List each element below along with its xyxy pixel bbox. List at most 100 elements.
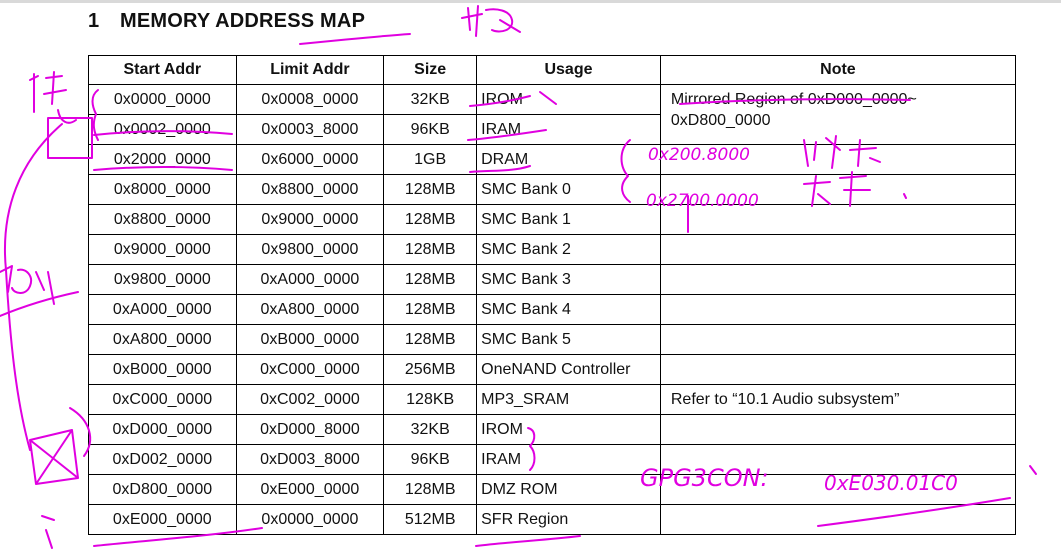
note-cell: [659, 444, 1017, 475]
usage-cell: DRAM: [476, 144, 661, 175]
column-header-limit-addr: Limit Addr: [235, 55, 385, 85]
left-long-curve: [4, 123, 63, 451]
usage-cell: SFR Region: [476, 504, 661, 535]
gpg-tick: [1029, 465, 1037, 475]
usage-cell: DMZ ROM: [476, 474, 661, 505]
start-addr-cell: 0x0000_0000: [88, 84, 237, 115]
limit-addr-cell: 0x0003_8000: [235, 114, 385, 145]
start-addr-cell: 0xC000_0000: [88, 384, 237, 415]
start-addr-cell: 0x9000_0000: [88, 234, 237, 265]
table-row: 0x0000_0000 0x0008_0000 32KB IROM Mirror…: [88, 84, 1017, 145]
limit-addr-cell: 0xD003_8000: [235, 444, 385, 475]
note-cell: [659, 324, 1017, 355]
table-row: 0xA000_0000 0xA800_0000 128MB SMC Bank 4: [88, 294, 1017, 325]
left-mid-scribble: [0, 265, 55, 305]
size-cell: 96KB: [383, 444, 478, 475]
note-cell: [659, 234, 1017, 265]
usage-cell: SMC Bank 4: [476, 294, 661, 325]
limit-addr-cell: 0x6000_0000: [235, 144, 385, 175]
size-cell: 128MB: [383, 264, 478, 295]
note-cell-audio-ref: Refer to “10.1 Audio subsystem”: [659, 384, 1017, 415]
limit-addr-cell: 0xE000_0000: [235, 474, 385, 505]
start-addr-cell: 0x8000_0000: [88, 174, 237, 205]
limit-addr-cell: 0x0008_0000: [235, 84, 385, 115]
table-row: 0x8000_0000 0x8800_0000 128MB SMC Bank 0: [88, 174, 1017, 205]
table-row: 0xE000_0000 0x0000_0000 512MB SFR Region: [88, 504, 1017, 535]
start-addr-cell: 0x0002_0000: [88, 114, 237, 145]
size-cell: 32KB: [383, 414, 478, 445]
note-cell: [659, 354, 1017, 385]
table-row: 0xC000_0000 0xC002_0000 128KB MP3_SRAM R…: [88, 384, 1017, 415]
column-header-size: Size: [383, 55, 478, 85]
usage-cell: IRAM: [476, 114, 661, 145]
note-cell: [659, 294, 1017, 325]
column-header-note: Note: [659, 55, 1017, 85]
usage-cell: IRAM: [476, 444, 661, 475]
note-cell: [659, 474, 1017, 505]
left-box-stroke: [47, 117, 93, 159]
limit-addr-cell: 0x9000_0000: [235, 204, 385, 235]
size-cell: 32KB: [383, 84, 478, 115]
usage-cell: SMC Bank 0: [476, 174, 661, 205]
left-mid-line: [0, 291, 79, 317]
size-cell: 1GB: [383, 144, 478, 175]
start-addr-cell: 0x2000_0000: [88, 144, 237, 175]
note-mirrored-line2: 0xD800_0000: [670, 112, 771, 129]
size-cell: 128MB: [383, 174, 478, 205]
table-row: 0x9000_0000 0x9800_0000 128MB SMC Bank 2: [88, 234, 1017, 265]
size-cell: 256MB: [383, 354, 478, 385]
top-scribble-glyph: [461, 5, 521, 37]
usage-cell: IROM: [476, 414, 661, 445]
start-addr-cell: 0xD000_0000: [88, 414, 237, 445]
limit-addr-cell: 0x8800_0000: [235, 174, 385, 205]
start-addr-cell: 0xA000_0000: [88, 294, 237, 325]
table-row: 0xD000_0000 0xD000_8000 32KB IROM: [88, 414, 1017, 445]
table-row: 0x8800_0000 0x9000_0000 128MB SMC Bank 1: [88, 204, 1017, 235]
usage-cell: SMC Bank 5: [476, 324, 661, 355]
start-addr-cell: 0xD002_0000: [88, 444, 237, 475]
size-cell: 128MB: [383, 234, 478, 265]
size-cell: 128MB: [383, 204, 478, 235]
usage-cell: SMC Bank 3: [476, 264, 661, 295]
table-row: 0xA800_0000 0xB000_0000 128MB SMC Bank 5: [88, 324, 1017, 355]
start-addr-cell: 0xD800_0000: [88, 474, 237, 505]
left-scribble-glyph: [29, 71, 77, 124]
section-heading: 1 MEMORY ADDRESS MAP: [88, 10, 365, 33]
section-number: 1: [88, 10, 100, 32]
limit-addr-cell: 0xB000_0000: [235, 324, 385, 355]
sfr-underline: [475, 535, 581, 547]
table-row: 0xB000_0000 0xC000_0000 256MB OneNAND Co…: [88, 354, 1017, 385]
usage-cell: MP3_SRAM: [476, 384, 661, 415]
usage-cell: IROM: [476, 84, 661, 115]
size-cell: 512MB: [383, 504, 478, 535]
top-rule: [0, 0, 1061, 3]
note-cell: [659, 174, 1017, 205]
limit-addr-cell: 0xC002_0000: [235, 384, 385, 415]
limit-addr-cell: 0xA800_0000: [235, 294, 385, 325]
size-cell: 128MB: [383, 474, 478, 505]
section-title: MEMORY ADDRESS MAP: [120, 10, 366, 32]
left-crossed-box: [29, 429, 79, 485]
memory-map-table: Start Addr Limit Addr Size Usage Note 0x…: [88, 55, 1017, 535]
column-header-start-addr: Start Addr: [88, 55, 237, 85]
limit-addr-cell: 0xA000_0000: [235, 264, 385, 295]
size-cell: 128MB: [383, 324, 478, 355]
start-addr-cell: 0x8800_0000: [88, 204, 237, 235]
start-addr-cell: 0xA800_0000: [88, 324, 237, 355]
note-cell: [659, 414, 1017, 445]
table-row: 0xD002_0000 0xD003_8000 96KB IRAM: [88, 444, 1017, 475]
note-cell: [659, 144, 1017, 175]
note-cell: [659, 264, 1017, 295]
limit-addr-cell: 0xC000_0000: [235, 354, 385, 385]
start-addr-cell: 0xB000_0000: [88, 354, 237, 385]
table-row: 0x9800_0000 0xA000_0000 128MB SMC Bank 3: [88, 264, 1017, 295]
usage-cell: OneNAND Controller: [476, 354, 661, 385]
start-addr-cell: 0xE000_0000: [88, 504, 237, 535]
limit-addr-cell: 0x9800_0000: [235, 234, 385, 265]
column-header-usage: Usage: [476, 55, 661, 85]
heading-underline-stroke: [299, 33, 411, 45]
start-addr-cell: 0x9800_0000: [88, 264, 237, 295]
size-cell: 96KB: [383, 114, 478, 145]
note-mirrored-line1: Mirrored Region of 0xD000_0000~: [670, 91, 917, 108]
usage-cell: SMC Bank 2: [476, 234, 661, 265]
